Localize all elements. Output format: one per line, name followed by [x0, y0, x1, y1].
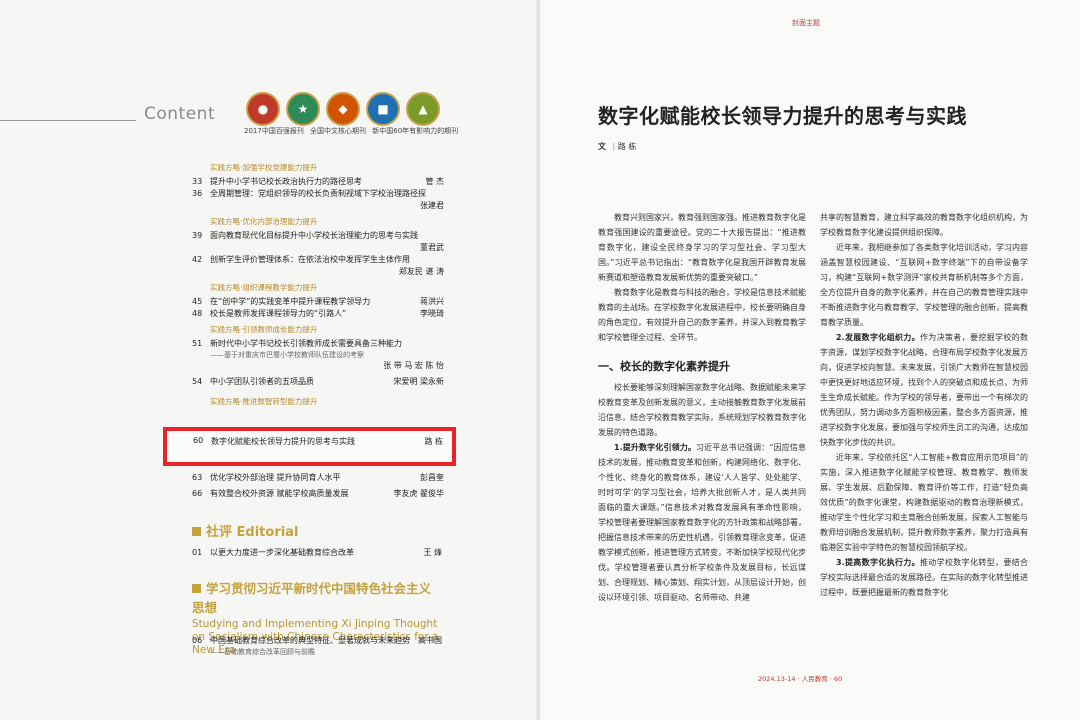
- cover-topic-label: 封面主题: [792, 19, 820, 27]
- toc-entry[interactable]: 42 创新学生评价管理体系：在依法治校中发挥学生主体作用: [192, 254, 444, 266]
- byline-author: 路 栋: [617, 142, 637, 151]
- page-number: 51: [192, 339, 203, 348]
- page-footer: 2024.13-14 · 人民教育 · 60: [758, 675, 843, 683]
- section-header: 实践方略·引领教师成长能力提升: [210, 325, 318, 334]
- heading-rule: [0, 120, 136, 121]
- paragraph: 1.提升数字化引领力。习近平总书记强调：“因应信息技术的发展，推动教育变革和创新…: [598, 443, 806, 602]
- section-heading: 一、校长的数字化素养提升: [598, 360, 730, 373]
- entry-title: 全周期管理：党组织领导的校长负责制视域下学校治理路径探: [210, 189, 426, 198]
- entry-title: 面向教育现代化目标提升中小学校长治理能力的思考与实践: [210, 231, 418, 240]
- entry-title: 中小学团队引领者的五项品质: [210, 377, 314, 386]
- entry-title: 以更大力度进一步深化基础教育综合改革: [210, 548, 354, 557]
- editorial-entry[interactable]: 01 以更大力度进一步深化基础教育综合改革 王 烽: [192, 547, 442, 559]
- page-number: 60: [193, 436, 204, 445]
- entry-author: 彭昌奎: [420, 473, 444, 482]
- entry-author: 李晓琦: [420, 309, 444, 318]
- paragraph: 近年来，学校依托区“人工智能+教育应用示范项目”的实施，深入推进数字化赋能学校管…: [820, 453, 1028, 552]
- page-number: 39: [192, 231, 203, 240]
- page-number: 66: [192, 489, 203, 498]
- paragraph: 3.提高数字化执行力。推动学校数字化转型，要结合学校实际选择最合适的发展路径。在…: [820, 558, 1028, 597]
- table-of-contents: 实践方略·加强学校党建能力提升 33 提升中小学书记校长政治执行力的路径思考 管…: [192, 158, 444, 410]
- square-bullet-icon: [192, 527, 201, 536]
- paragraph: 2.发展数字化组织力。作为决策者，要挖掘学校的数字资源，谋划学校数字化战略，合理…: [820, 333, 1028, 447]
- entry-subtitle: ——基于对重庆市巴蜀小学校教师队伍建设的考察: [210, 351, 364, 359]
- entry-author: 宋爱明 梁永新: [393, 377, 444, 386]
- entry-title: 创新学生评价管理体系：在依法治校中发挥学生主体作用: [210, 255, 410, 264]
- entry-author: 管 杰: [425, 177, 444, 186]
- page-number: 42: [192, 255, 203, 264]
- toc-entry[interactable]: 39 面向教育现代化目标提升中小学校长治理能力的思考与实践: [192, 230, 444, 242]
- paragraph: 教育数字化是教育与科技的融合，学校是信息技术赋能教育的主战场。在学校数字化发展进…: [598, 288, 806, 342]
- award-logo-icon: ★: [286, 92, 320, 126]
- toc-entry[interactable]: 06 中国基础教育综合改革的典型特征、显著成就与未来趋势 高书国 ——基础教育综…: [192, 635, 442, 657]
- entry-author: 高书国: [418, 636, 442, 645]
- entry-title: 中国基础教育综合改革的典型特征、显著成就与未来趋势: [210, 636, 410, 645]
- award-logo-icon: ●: [246, 92, 280, 126]
- entry-title: 校长是教师发挥课程领导力的“引路人”: [210, 309, 347, 318]
- page-number: 06: [192, 636, 203, 645]
- page-number: 48: [192, 309, 203, 318]
- toc-entry[interactable]: 63 优化学校外部治理 提升协同育人水平 彭昌奎: [192, 472, 444, 484]
- paragraph: 共享的智慧教育，建立科学高效的教育数字化组织机构，为学校教育数字化建设提供组织保…: [820, 213, 1028, 237]
- page-number: 54: [192, 377, 203, 386]
- toc-entry[interactable]: 45 在“创中学”的实践变革中提升课程教学领导力 蒋洪兴: [192, 296, 444, 308]
- entry-title: 提升中小学书记校长政治执行力的路径思考: [210, 177, 362, 186]
- theme-heading-cn: 学习贯彻习近平新时代中国特色社会主义思想: [192, 581, 432, 615]
- entry-title: 在“创中学”的实践变革中提升课程教学领导力: [210, 297, 371, 306]
- editorial-heading: 社评 Editorial: [192, 521, 298, 540]
- page-number: 01: [192, 548, 203, 557]
- toc-entry[interactable]: 66 有效整合校外资源 赋能学校高质量发展 李友虎 翟俊华: [192, 488, 444, 500]
- award-logos: ● ★ ◆ ■ ▲: [246, 92, 440, 126]
- entry-title: 新时代中小学书记校长引领教师成长需要具备三种能力: [210, 339, 402, 348]
- entry-title: 数字化赋能校长领导力提升的思考与实践: [211, 437, 355, 446]
- toc-entry[interactable]: 51 新时代中小学书记校长引领教师成长需要具备三种能力: [192, 338, 444, 350]
- article-column-2: 共享的智慧教育，建立科学高效的教育数字化组织机构，为学校教育数字化建设提供组织保…: [820, 210, 1028, 600]
- page-number: 36: [192, 189, 203, 198]
- magazine-spread: Content ● ★ ◆ ■ ▲ 2017中国百强报刊 全国中文核心期刊 新中…: [0, 0, 1080, 720]
- toc-entry[interactable]: 54 中小学团队引领者的五项品质 宋爱明 梁永新: [192, 376, 444, 388]
- article-column-1: 教育兴则国家兴，教育强则国家强。推进教育数字化是教育强国建设的重要途径。党的二十…: [598, 210, 806, 605]
- entry-author: 王 烽: [423, 548, 442, 557]
- entry-author: 蒋洪兴: [420, 297, 444, 306]
- entry-author: 郑友民 谌 涛: [398, 267, 444, 276]
- entry-title: 优化学校外部治理 提升协同育人水平: [210, 473, 341, 482]
- toc-entry[interactable]: 33 提升中小学书记校长政治执行力的路径思考 管 杰: [192, 176, 444, 188]
- section-header: 实践方略·推进数智转型能力提升: [210, 397, 318, 406]
- award-logo-icon: ■: [366, 92, 400, 126]
- highlighted-toc-entry[interactable]: 60 数字化赋能校长领导力提升的思考与实践 路 栋: [193, 436, 443, 447]
- page-number: 33: [192, 177, 203, 186]
- article-title: 数字化赋能校长领导力提升的思考与实践: [598, 104, 967, 128]
- toc-after-highlight: 63 优化学校外部治理 提升协同育人水平 彭昌奎 66 有效整合校外资源 赋能学…: [192, 472, 444, 500]
- entry-subtitle: ——基础教育综合改革回顾与前瞻: [210, 648, 315, 656]
- award-logo-icon: ▲: [406, 92, 440, 126]
- toc-entry[interactable]: 48 校长是教师发挥课程领导力的“引路人” 李晓琦: [192, 308, 444, 320]
- contents-heading: Content: [144, 104, 216, 124]
- toc-entry[interactable]: 36 全周期管理：党组织领导的校长负责制视域下学校治理路径探: [192, 188, 444, 200]
- paragraph: 教育兴则国家兴，教育强则国家强。推进教育数字化是教育强国建设的重要途径。党的二十…: [598, 213, 806, 282]
- entry-title: 有效整合校外资源 赋能学校高质量发展: [210, 489, 349, 498]
- square-bullet-icon: [192, 584, 201, 593]
- logos-caption: 2017中国百强报刊 全国中文核心期刊 新中国60年有影响力的期刊: [244, 127, 459, 135]
- paragraph: 近年来，我相继参加了各类数字化培训活动，学习内容涵盖智慧校园建设、“互联网+数字…: [820, 243, 1028, 327]
- entry-author: 李友虎 翟俊华: [393, 489, 444, 498]
- entry-author: 张 带 马 宏 陈 怡: [383, 361, 444, 370]
- award-logo-icon: ◆: [326, 92, 360, 126]
- section-header: 实践方略·加强学校党建能力提升: [210, 163, 318, 172]
- byline-prefix: 文: [598, 142, 606, 151]
- page-number: 45: [192, 297, 203, 306]
- entry-author: 路 栋: [424, 437, 443, 446]
- paragraph: 校长要能够深刻理解国家数字化战略、数据赋能未来学校教育变革及创新发展的意义，主动…: [598, 383, 806, 437]
- page-number: 63: [192, 473, 203, 482]
- entry-author: 张建君: [420, 201, 444, 210]
- section-header: 实践方略·优化内部治理能力提升: [210, 217, 318, 226]
- contents-page: Content ● ★ ◆ ■ ▲ 2017中国百强报刊 全国中文核心期刊 新中…: [0, 0, 540, 720]
- section-header: 实践方略·组织课程教学能力提升: [210, 283, 318, 292]
- byline: 文 | 路 栋: [598, 142, 637, 151]
- entry-author: 董君武: [420, 243, 444, 252]
